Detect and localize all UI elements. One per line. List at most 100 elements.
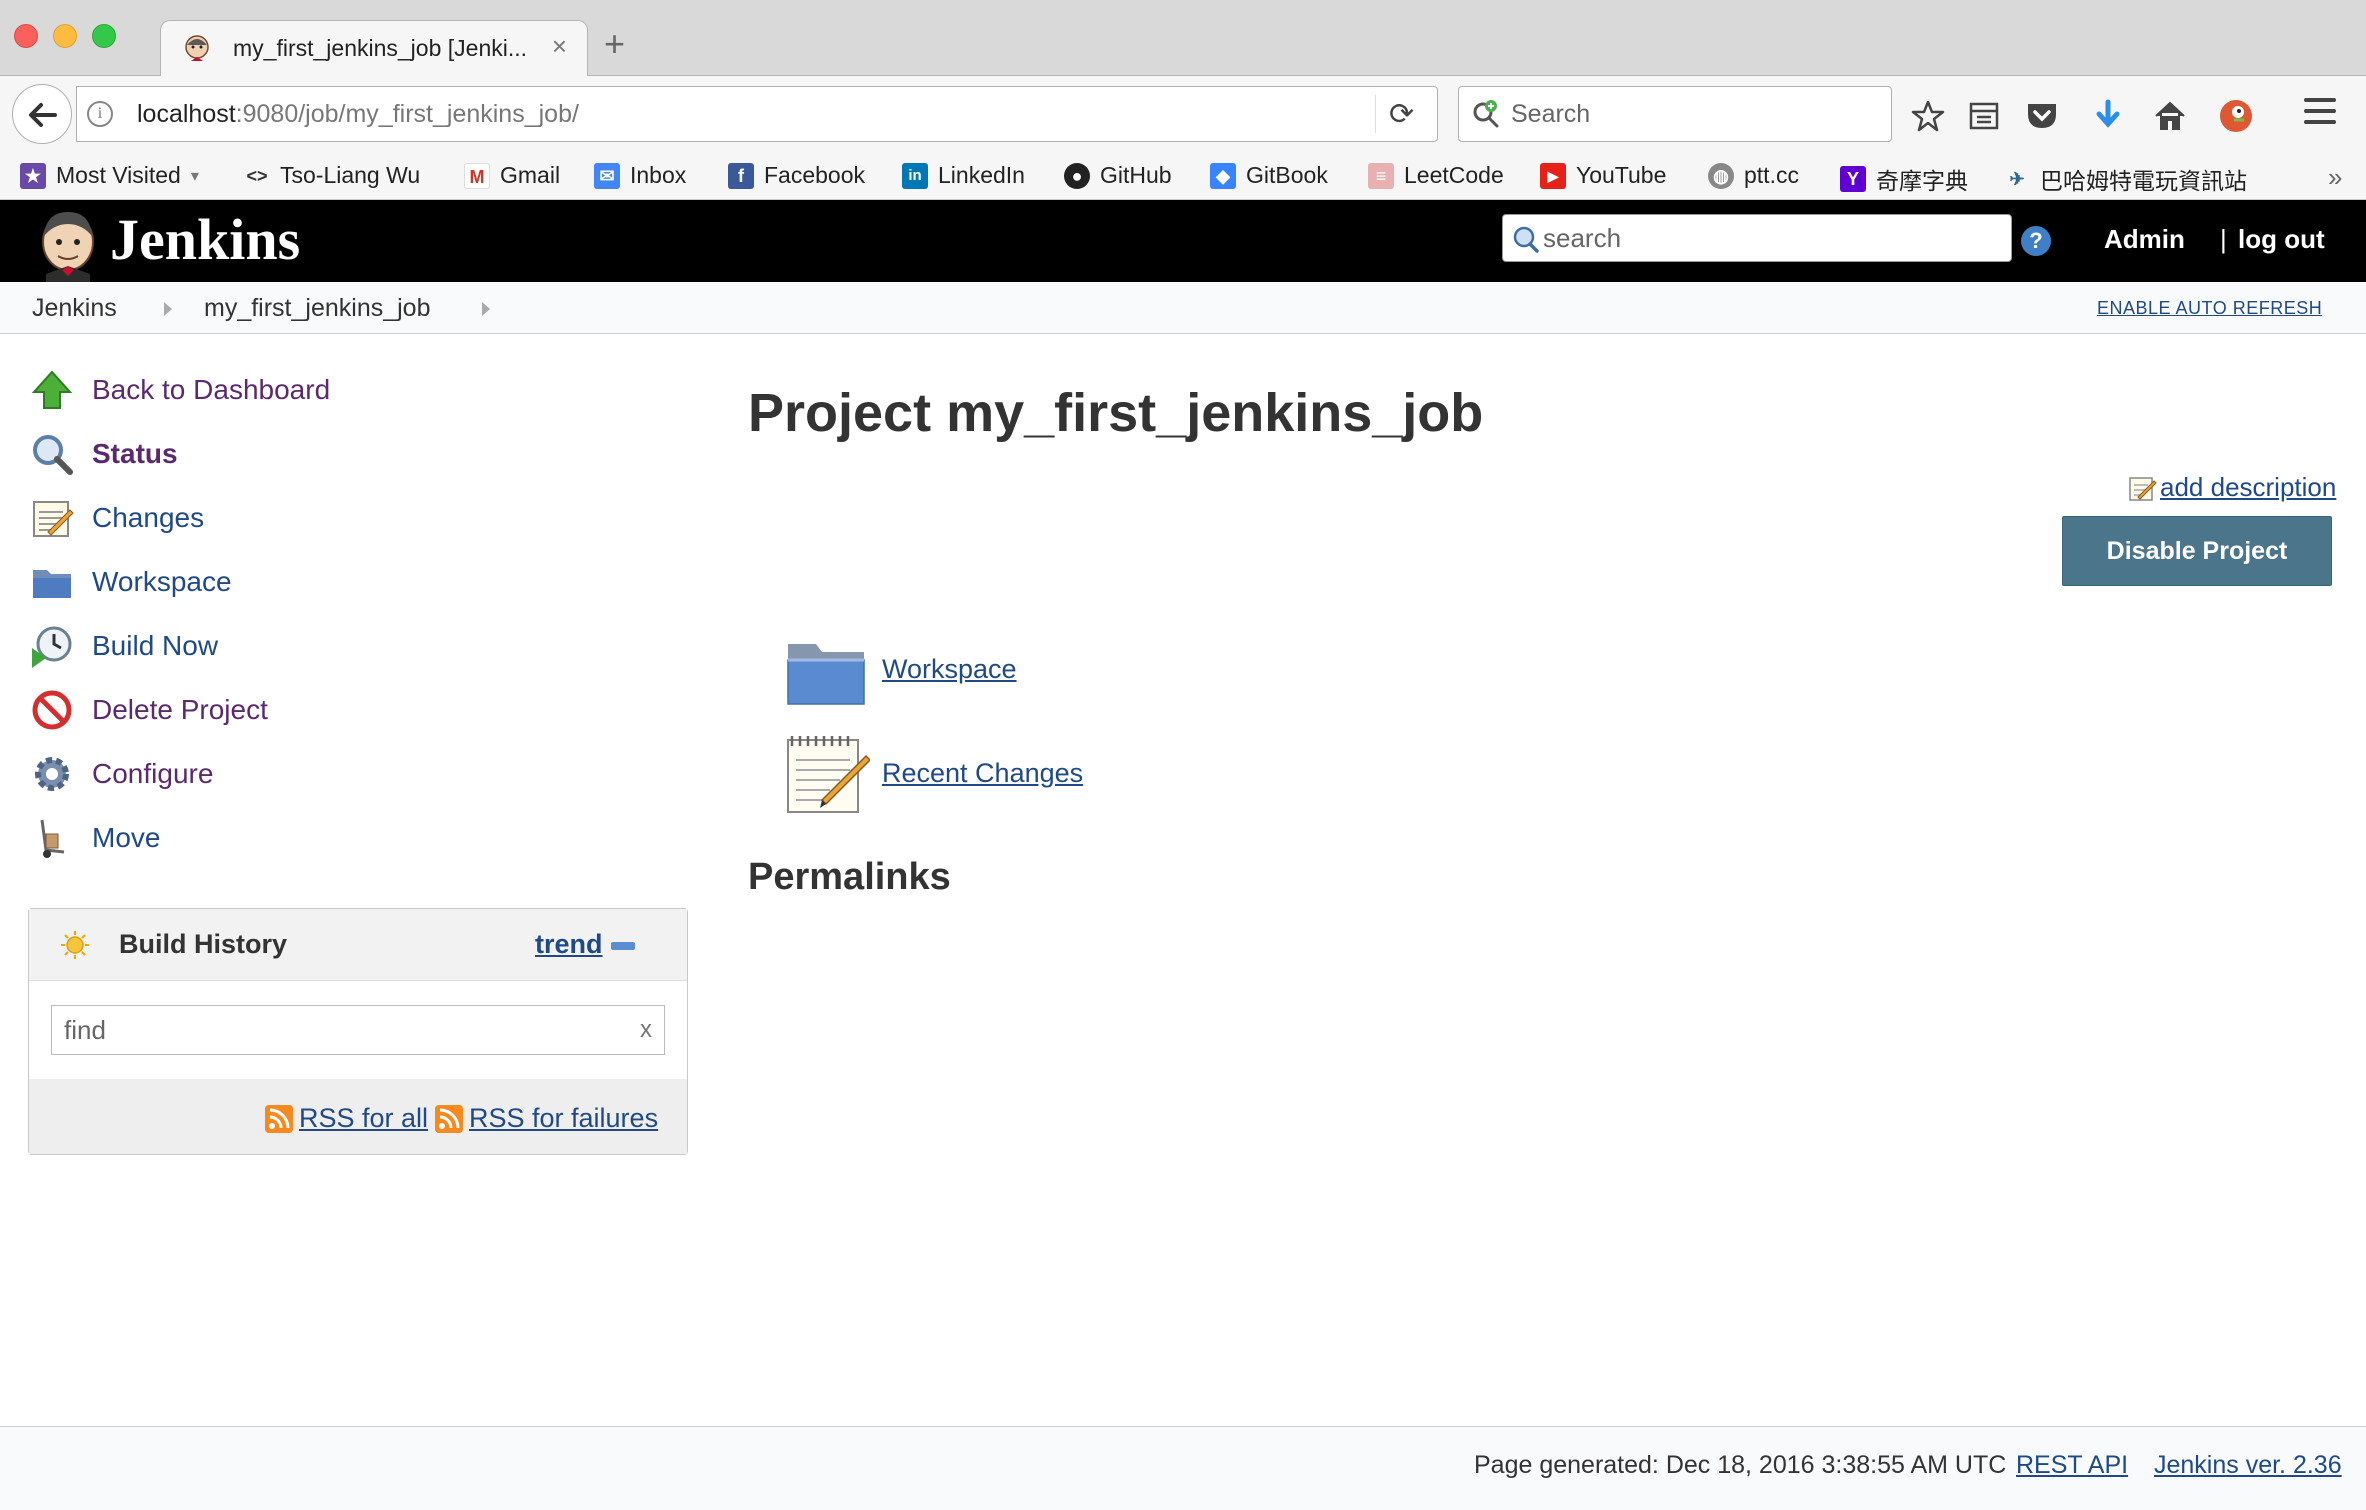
jenkins-logo-icon[interactable] [32, 206, 102, 282]
zoom-window-button[interactable] [92, 24, 116, 48]
jenkins-title[interactable]: Jenkins [110, 206, 300, 273]
disable-project-button[interactable]: Disable Project [2062, 516, 2332, 586]
tab-title: my_first_jenkins_job [Jenki... [233, 35, 528, 61]
breadcrumb: Jenkins my_first_jenkins_job ENABLE AUTO… [0, 282, 2366, 334]
task-configure[interactable]: Configure [30, 750, 213, 798]
bookmark-linkedin[interactable]: in LinkedIn [902, 162, 1025, 189]
bookmark-github[interactable]: ● GitHub [1064, 162, 1172, 189]
build-filter-box: x [51, 1005, 665, 1055]
main-link-workspace[interactable]: Workspace [784, 626, 1017, 712]
globe-icon: ◍ [1708, 162, 1734, 189]
build-filter-input[interactable] [64, 1014, 624, 1046]
rss-all-link[interactable]: RSS for all [265, 1103, 428, 1134]
bookmark-youtube[interactable]: ▶ YouTube [1540, 162, 1666, 189]
duckduckgo-icon[interactable] [2218, 98, 2254, 134]
new-tab-button[interactable]: + [604, 26, 625, 62]
logout-link[interactable]: log out [2238, 224, 2325, 255]
bookmark-most-visited[interactable]: ★ Most Visited ▾ [20, 162, 199, 189]
build-history-title: Build History [119, 929, 288, 959]
notepad-icon [33, 501, 74, 537]
task-delete-project[interactable]: Delete Project [30, 686, 268, 734]
breadcrumb-item-job[interactable]: my_first_jenkins_job [204, 294, 431, 323]
most-visited-icon: ★ [20, 162, 46, 189]
bookmark-gitbook[interactable]: ◆ GitBook [1210, 162, 1328, 189]
task-back-to-dashboard[interactable]: Back to Dashboard [30, 366, 330, 414]
jenkins-version-link[interactable]: Jenkins ver. 2.36 [2154, 1451, 2342, 1480]
browser-search-placeholder: Search [1511, 100, 1591, 128]
task-changes[interactable]: Changes [30, 494, 204, 542]
download-icon[interactable] [2090, 98, 2126, 134]
task-workspace[interactable]: Workspace [30, 558, 232, 606]
bookmark-gmail[interactable]: M Gmail [464, 162, 560, 189]
page-footer: Page generated: Dec 18, 2016 3:38:55 AM … [0, 1426, 2366, 1510]
magnifier-icon [33, 435, 73, 475]
bookmarks-overflow-icon[interactable]: » [2328, 162, 2342, 193]
leetcode-icon: ≡ [1368, 162, 1394, 189]
facebook-icon: f [728, 162, 754, 189]
rss-icon [265, 1104, 293, 1133]
task-move[interactable]: Move [30, 814, 160, 862]
collapse-icon[interactable] [611, 942, 635, 950]
info-icon[interactable]: i [87, 101, 113, 127]
enable-auto-refresh-link[interactable]: ENABLE AUTO REFRESH [2097, 298, 2322, 319]
home-icon[interactable] [2152, 98, 2188, 134]
jenkins-header: Jenkins ? Admin | log out [0, 200, 2366, 282]
bookmark-leetcode[interactable]: ≡ LeetCode [1368, 162, 1504, 189]
task-status[interactable]: Status [30, 430, 178, 478]
sun-icon [61, 931, 89, 959]
task-build-now[interactable]: Build Now [30, 622, 218, 670]
no-entry-icon [32, 690, 72, 730]
main-link-recent-changes[interactable]: Recent Changes [784, 730, 1083, 816]
page-generated-text: Page generated: Dec 18, 2016 3:38:55 AM … [1474, 1451, 2007, 1479]
reading-list-icon[interactable] [1966, 98, 2002, 134]
rest-api-link[interactable]: REST API [2016, 1451, 2128, 1480]
minimize-window-button[interactable] [53, 24, 77, 48]
search-icon [1513, 226, 1539, 253]
bookmark-tso-liang-wu[interactable]: <> Tso-Liang Wu [244, 162, 420, 189]
breadcrumb-arrow-icon[interactable] [164, 302, 172, 316]
tab-close-icon[interactable]: × [552, 31, 567, 62]
gear-icon [35, 757, 69, 791]
permalinks-heading: Permalinks [748, 856, 951, 898]
url-bar[interactable]: i localhost:9080/job/my_first_jenkins_jo… [76, 86, 1438, 142]
yahoo-icon: Y [1840, 166, 1866, 192]
bookmark-yahoo-dictionary[interactable]: Y 奇摩字典 [1840, 162, 1968, 196]
url-text[interactable]: localhost:9080/job/my_first_jenkins_job/ [137, 100, 579, 129]
edit-note-icon [2129, 476, 2157, 501]
gitbook-icon: ◆ [1210, 162, 1236, 189]
bookmark-inbox[interactable]: ✉ Inbox [594, 162, 686, 189]
breadcrumb-arrow-icon[interactable] [482, 302, 490, 316]
rss-icon [435, 1104, 463, 1133]
clear-filter-icon[interactable]: x [640, 1016, 652, 1044]
hand-truck-icon [40, 819, 65, 858]
add-description-link[interactable]: add description [2128, 472, 2336, 503]
browser-nav-bar: i localhost:9080/job/my_first_jenkins_jo… [0, 76, 2366, 158]
close-window-button[interactable] [14, 24, 38, 48]
url-divider [1375, 95, 1376, 133]
header-separator: | [2220, 224, 2227, 254]
breadcrumb-item-jenkins[interactable]: Jenkins [32, 294, 117, 323]
user-link[interactable]: Admin [2104, 224, 2185, 255]
rss-failures-link[interactable]: RSS for failures [435, 1103, 658, 1134]
bookmark-facebook[interactable]: f Facebook [728, 162, 865, 189]
pocket-icon[interactable] [2024, 98, 2060, 134]
youtube-icon: ▶ [1540, 162, 1566, 189]
bookmark-ptt[interactable]: ◍ ptt.cc [1708, 162, 1799, 189]
back-arrow-icon [29, 103, 57, 127]
bookmark-star-icon[interactable] [1910, 98, 1946, 134]
build-history-footer: RSS for all RSS for failures [29, 1079, 687, 1154]
jenkins-search-input[interactable] [1543, 221, 2003, 255]
github-icon: ● [1064, 162, 1090, 189]
build-history-body: x [29, 981, 687, 1079]
back-button[interactable] [12, 84, 72, 144]
menu-icon[interactable] [2304, 98, 2336, 131]
up-arrow-icon [31, 370, 73, 409]
trend-link[interactable]: trend [535, 929, 603, 960]
help-icon[interactable]: ? [2021, 226, 2051, 256]
page-title: Project my_first_jenkins_job [748, 383, 1484, 443]
browser-tab[interactable]: my_first_jenkins_job [Jenki... × [160, 20, 588, 77]
reload-icon[interactable]: ⟳ [1389, 97, 1414, 132]
browser-search-box[interactable]: Search [1458, 86, 1892, 142]
build-history-header: Build History trend [29, 909, 687, 981]
bookmark-bahamut[interactable]: ✈ 巴哈姆特電玩資訊站 [2004, 162, 2247, 196]
